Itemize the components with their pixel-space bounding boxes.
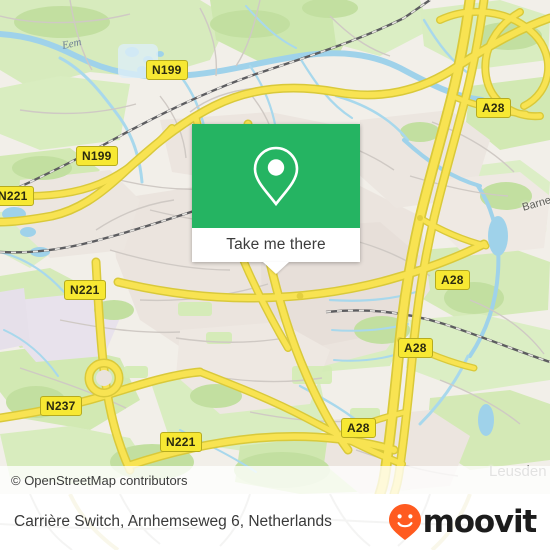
footer-bar: Carrière Switch, Arnhemseweg 6, Netherla… [0, 494, 550, 550]
popup-action-bar[interactable]: Take me there [192, 228, 360, 262]
moovit-wordmark: moovit [422, 503, 538, 540]
road-shield: A28 [398, 338, 433, 358]
road-shield: N221 [0, 186, 34, 206]
osm-attribution-text[interactable]: © OpenStreetMap contributors [0, 473, 188, 488]
road-shield: N199 [76, 146, 118, 166]
map-pin-icon [253, 146, 299, 207]
road-shield: A28 [341, 418, 376, 438]
popup-tail [263, 262, 289, 274]
map-canvas[interactable]: N199 N199 A28 N221 N221 A28 A28 N237 N22… [0, 0, 550, 494]
popup-pin-panel [192, 124, 360, 228]
road-shield: A28 [476, 98, 511, 118]
location-address-text: Carrière Switch, Arnhemseweg 6, Netherla… [14, 513, 332, 530]
moovit-logo[interactable]: moovit [388, 503, 538, 541]
road-shield: N221 [160, 432, 202, 452]
location-popup-card[interactable]: Take me there [192, 124, 360, 274]
map-attribution-bar: © OpenStreetMap contributors [0, 466, 550, 494]
road-shield: N237 [40, 396, 82, 416]
take-me-there-button[interactable]: Take me there [226, 236, 326, 254]
road-shield: N199 [146, 60, 188, 80]
road-shield: N221 [64, 280, 106, 300]
moovit-map-screenshot: N199 N199 A28 N221 N221 A28 A28 N237 N22… [0, 0, 550, 550]
road-shield: A28 [435, 270, 470, 290]
moovit-smiley-pin-icon [388, 504, 421, 540]
